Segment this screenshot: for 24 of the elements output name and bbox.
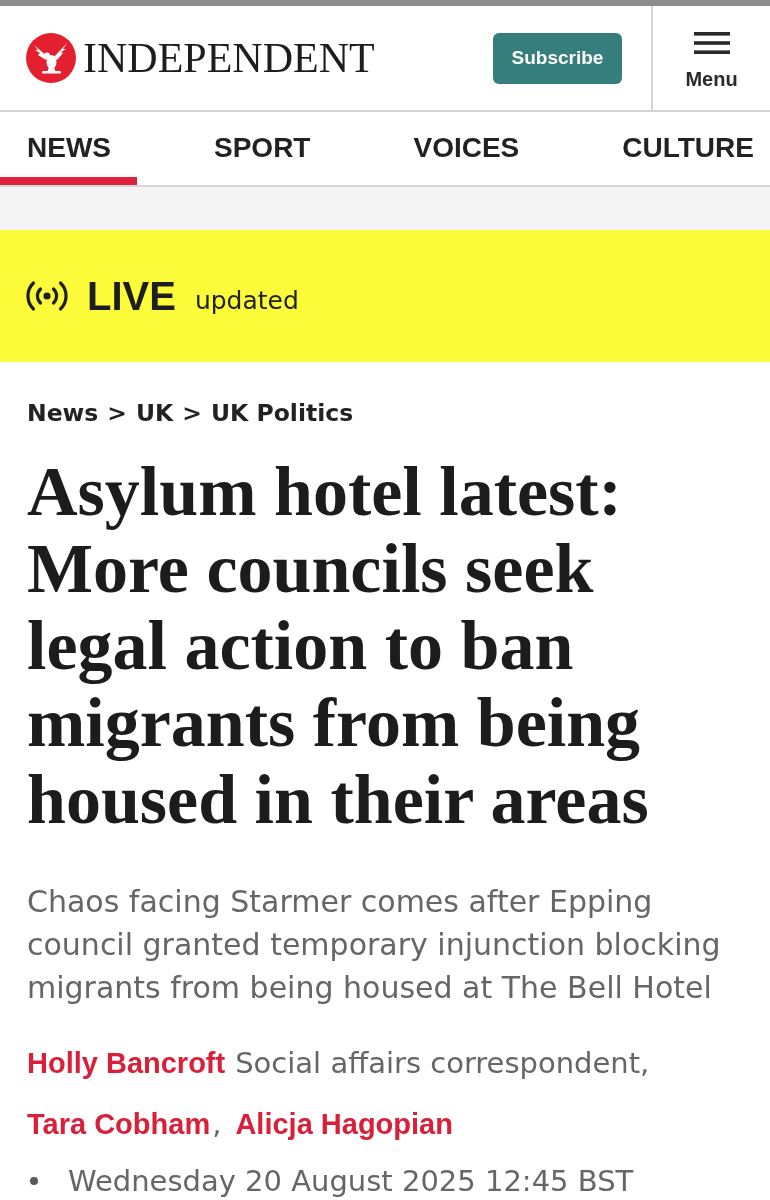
breadcrumb-link[interactable]: UK Politics: [211, 397, 354, 429]
author-link[interactable]: Alicja Hagopian: [235, 1104, 453, 1144]
bird-logo-icon[interactable]: [26, 33, 76, 83]
publish-date: Wednesday 20 August 2025 12:45 BST: [68, 1163, 634, 1199]
standfirst: Chaos facing Starmer comes after Epping council granted temporary injunction blocking migrants from being housed at The Bell Hotel: [27, 883, 722, 1007]
nav-tab[interactable]: CULTURE: [595, 112, 770, 185]
breadcrumb-link[interactable]: UK: [136, 397, 174, 429]
logo-wordmark[interactable]: INDEPENDENT: [83, 37, 375, 79]
menu-icon: [693, 31, 730, 54]
author-link[interactable]: Tara Cobham: [27, 1104, 211, 1144]
nav-tab[interactable]: SPORT: [187, 112, 337, 185]
bullet-icon: [30, 1177, 38, 1185]
breadcrumb-separator: >: [107, 398, 127, 429]
live-label: LIVE: [87, 276, 176, 316]
byline-separator: ,: [212, 1106, 222, 1143]
author-role: Social affairs correspondent,: [235, 1045, 650, 1082]
author-link[interactable]: Holly Bancroft: [27, 1043, 226, 1083]
breadcrumb-separator: >: [182, 398, 202, 429]
subscribe-button[interactable]: Subscribe: [493, 32, 622, 84]
update-status: updated: [194, 288, 299, 313]
broadcast-icon: [25, 280, 69, 312]
headline: Asylum hotel latest: More councils seek legal action to ban migrants from being housed in their areas: [27, 453, 650, 838]
nav-tab[interactable]: VOICES: [386, 112, 546, 185]
breadcrumb-link[interactable]: News: [27, 397, 99, 429]
